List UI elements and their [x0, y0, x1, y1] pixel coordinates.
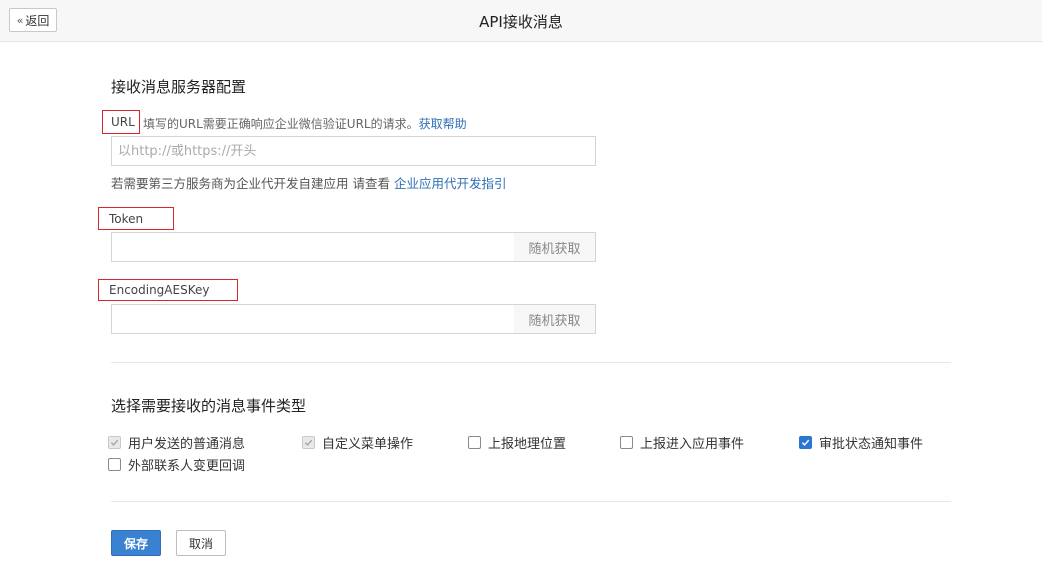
event-option-label: 用户发送的普通消息	[128, 437, 246, 452]
checkmark-icon	[110, 439, 119, 446]
aes-key-random-button[interactable]: 随机获取	[514, 304, 596, 334]
event-option-label: 上报地理位置	[488, 437, 567, 452]
event-option-custom-menu[interactable]: 自定义菜单操作	[302, 433, 413, 452]
events-title: 选择需要接收的消息事件类型	[111, 397, 307, 415]
aes-key-input[interactable]	[111, 304, 515, 334]
top-bar: « 返回 API接收消息	[0, 0, 1042, 42]
event-option-location[interactable]: 上报地理位置	[468, 433, 566, 452]
url-label: URL	[102, 110, 140, 134]
checkbox[interactable]	[108, 458, 121, 471]
event-option-user-message[interactable]: 用户发送的普通消息	[108, 433, 245, 452]
get-help-link[interactable]: 获取帮助	[419, 117, 467, 131]
event-option-approval[interactable]: 审批状态通知事件	[799, 433, 923, 452]
actions-divider	[111, 501, 951, 502]
third-party-hint-text: 若需要第三方服务商为企业代开发自建应用 请查看	[111, 176, 390, 191]
event-option-enter-app[interactable]: 上报进入应用事件	[620, 433, 744, 452]
checkbox[interactable]	[620, 436, 633, 449]
token-label: Token	[98, 207, 174, 230]
section-divider	[111, 362, 951, 363]
event-option-label: 上报进入应用事件	[640, 437, 745, 452]
url-hint-text: 填写的URL需要正确响应企业微信验证URL的请求。	[143, 117, 419, 131]
token-random-button[interactable]: 随机获取	[514, 232, 596, 262]
checkmark-icon	[304, 439, 313, 446]
event-option-external-contact[interactable]: 外部联系人变更回调	[108, 455, 245, 474]
server-config-title: 接收消息服务器配置	[111, 78, 247, 96]
url-hint: 填写的URL需要正确响应企业微信验证URL的请求。获取帮助	[143, 115, 467, 132]
checkmark-icon	[801, 439, 810, 446]
page-title: API接收消息	[479, 13, 563, 31]
checkbox[interactable]	[108, 436, 121, 449]
save-button[interactable]: 保存	[111, 530, 161, 556]
event-option-label: 自定义菜单操作	[322, 437, 414, 452]
third-party-hint: 若需要第三方服务商为企业代开发自建应用 请查看 企业应用代开发指引	[111, 173, 506, 192]
checkbox[interactable]	[799, 436, 812, 449]
event-option-label: 外部联系人变更回调	[128, 459, 246, 474]
token-input[interactable]	[111, 232, 515, 262]
checkbox[interactable]	[302, 436, 315, 449]
url-input[interactable]	[111, 136, 596, 166]
event-option-label: 审批状态通知事件	[819, 437, 924, 452]
third-party-guide-link[interactable]: 企业应用代开发指引	[394, 176, 507, 191]
checkbox[interactable]	[468, 436, 481, 449]
cancel-button[interactable]: 取消	[176, 530, 226, 556]
aes-key-label: EncodingAESKey	[98, 279, 238, 301]
